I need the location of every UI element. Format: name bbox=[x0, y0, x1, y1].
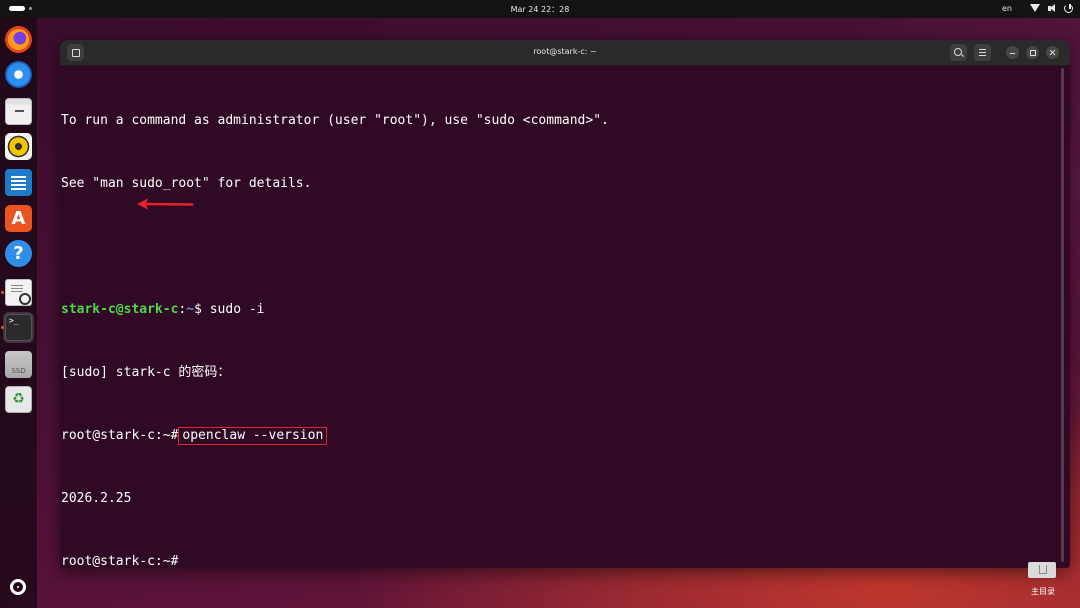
terminal-line: To run a command as administrator (user … bbox=[61, 113, 609, 128]
dock: A ? >_ SSD ♻ bbox=[0, 18, 37, 608]
hamburger-menu-button[interactable] bbox=[974, 44, 991, 61]
top-bar: Mar 24 22：28 en bbox=[0, 0, 1080, 18]
terminal-output[interactable]: To run a command as administrator (user … bbox=[61, 68, 609, 568]
command-text: sudo -i bbox=[209, 302, 265, 317]
prompt-symbol: $ bbox=[194, 302, 210, 317]
terminal-line: See "man sudo_root" for details. bbox=[61, 176, 312, 191]
prompt-user: stark-c@stark-c bbox=[61, 302, 179, 317]
trash-icon[interactable]: ♻ bbox=[5, 386, 32, 413]
running-indicator-dot bbox=[1, 326, 4, 329]
maximize-button[interactable] bbox=[1026, 46, 1039, 59]
power-icon[interactable] bbox=[1064, 4, 1073, 13]
title-bar[interactable]: root@stark-c: ~ bbox=[60, 40, 1070, 66]
app-center-icon[interactable]: A bbox=[5, 205, 32, 232]
highlighted-command: openclaw --version bbox=[178, 427, 328, 445]
minimize-button[interactable] bbox=[1006, 46, 1019, 59]
terminal-icon: >_ bbox=[5, 314, 32, 341]
files-icon[interactable] bbox=[5, 98, 32, 125]
home-folder-label[interactable]: 主目录 bbox=[1024, 586, 1062, 597]
ssd-label: SSD bbox=[11, 367, 26, 375]
input-language-indicator[interactable]: en bbox=[1002, 4, 1012, 13]
wifi-icon[interactable] bbox=[1030, 4, 1040, 12]
scrollbar[interactable] bbox=[1061, 68, 1064, 562]
root-prompt: root@stark-c:~# bbox=[61, 428, 179, 443]
firefox-icon[interactable] bbox=[5, 26, 32, 53]
rhythmbox-icon[interactable] bbox=[5, 133, 32, 160]
home-folder-icon[interactable] bbox=[1026, 560, 1058, 580]
terminal-window[interactable]: root@stark-c: ~ To run a command as admi… bbox=[60, 40, 1070, 568]
ubuntu-apps-icon[interactable] bbox=[10, 579, 26, 595]
window-title: root@stark-c: ~ bbox=[533, 47, 597, 56]
running-indicator-dot bbox=[1, 291, 4, 294]
help-icon[interactable]: ? bbox=[5, 240, 32, 267]
system-tray[interactable] bbox=[1030, 3, 1073, 14]
document-viewer-icon[interactable] bbox=[5, 279, 32, 306]
close-button[interactable] bbox=[1046, 46, 1059, 59]
terminal-line: root@stark-c:~# bbox=[61, 554, 179, 568]
terminal-dock-item[interactable]: >_ bbox=[3, 312, 34, 343]
writer-icon[interactable] bbox=[5, 169, 32, 196]
search-button[interactable] bbox=[950, 44, 967, 61]
terminal-line: root@stark-c:~# openclaw --version bbox=[61, 425, 609, 446]
red-arrow-annotation bbox=[137, 198, 194, 210]
volume-icon[interactable] bbox=[1047, 3, 1057, 14]
terminal-line: stark-c@stark-c:~$ sudo -i bbox=[61, 299, 609, 320]
clock[interactable]: Mar 24 22：28 bbox=[0, 4, 1080, 15]
prompt-path: ~ bbox=[186, 302, 195, 317]
folder-icon bbox=[1028, 562, 1056, 578]
terminal-line: 2026.2.25 bbox=[61, 491, 132, 506]
thunderbird-icon[interactable] bbox=[5, 61, 32, 88]
ssd-drive-icon[interactable]: SSD bbox=[5, 351, 32, 378]
terminal-line: [sudo] stark-c 的密码： bbox=[61, 365, 231, 380]
